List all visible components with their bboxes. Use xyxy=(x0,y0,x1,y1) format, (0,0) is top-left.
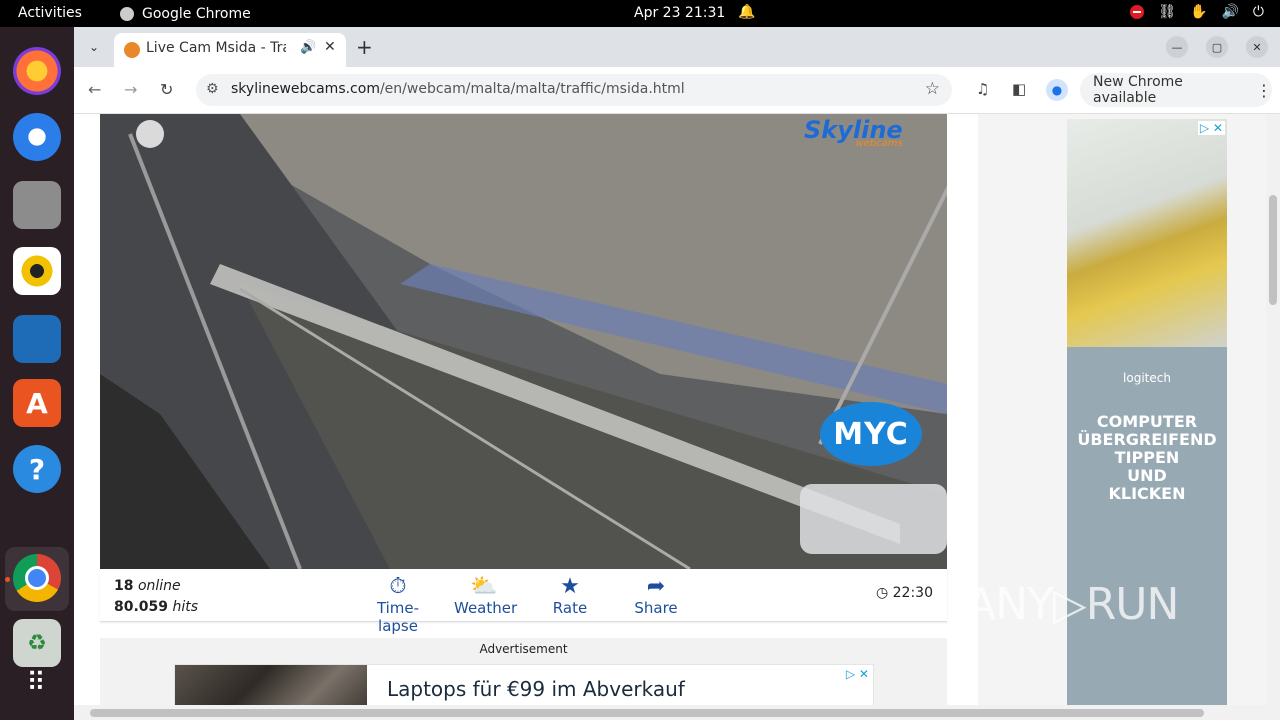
thunderbird-icon[interactable] xyxy=(13,113,61,161)
profile-avatar-icon[interactable]: ● xyxy=(1046,79,1068,101)
power-icon[interactable]: ⏻ xyxy=(1253,4,1264,20)
accessibility-icon[interactable]: ✋ xyxy=(1190,4,1207,20)
audio-playing-icon[interactable]: 🔊 xyxy=(300,40,316,55)
chrome-center xyxy=(25,566,49,590)
webcam-info-bar: 18 online 80.059 hits ⏱ Time-lapse ⛅ Wea… xyxy=(100,569,947,635)
weather-label: Weather xyxy=(454,599,518,617)
webcam-stats: 18 online 80.059 hits xyxy=(114,576,198,618)
skyline-favicon-icon xyxy=(124,42,140,58)
back-icon[interactable]: ← xyxy=(88,80,101,99)
media-controls-icon[interactable]: ♫ xyxy=(976,80,989,98)
minimize-button[interactable]: — xyxy=(1166,36,1188,58)
share-icon: ➦ xyxy=(646,574,666,599)
firefox-icon[interactable] xyxy=(13,47,61,95)
horizontal-scrollbar[interactable] xyxy=(74,705,1280,720)
vertical-scroll-thumb[interactable] xyxy=(1269,195,1277,305)
chrome-icon[interactable] xyxy=(13,554,61,602)
url-path: /en/webcam/malta/malta/traffic/msida.htm… xyxy=(379,81,685,97)
focused-app-name: Google Chrome xyxy=(142,6,251,22)
share-button[interactable]: ➦ Share xyxy=(634,574,678,618)
timelapse-label: Time-lapse xyxy=(376,599,420,635)
weather-icon: ⛅ xyxy=(470,574,498,599)
myc-overlay-logo: MYC xyxy=(820,402,922,466)
new-tab-button[interactable]: + xyxy=(356,35,373,59)
share-label: Share xyxy=(634,599,678,617)
files-icon[interactable] xyxy=(13,181,61,229)
writer-icon[interactable] xyxy=(13,315,61,363)
online-label: online xyxy=(137,578,181,594)
system-top-bar: Activities Google Chrome Apr 23 21:31 🔔 … xyxy=(0,0,1280,27)
online-count: 18 xyxy=(114,578,134,594)
hits-count: 80.059 xyxy=(114,599,169,615)
adchoices-icon[interactable]: ▷ ✕ xyxy=(1197,121,1225,135)
update-chrome-button[interactable]: New Chrome available ⋮ xyxy=(1080,73,1272,107)
rhythmbox-icon[interactable] xyxy=(13,247,61,295)
local-time-value: 22:30 xyxy=(892,585,933,601)
network-icon[interactable]: ⛓ xyxy=(1158,4,1176,20)
tab-search-chevron-icon[interactable]: ⌄ xyxy=(82,35,106,59)
clock-icon: ◷ xyxy=(875,585,889,601)
online-stat: 18 online xyxy=(114,576,198,597)
timelapse-button[interactable]: ⏱ Time-lapse xyxy=(360,574,436,636)
chrome-small-icon xyxy=(118,5,136,23)
hits-label: hits xyxy=(172,599,199,615)
timelapse-icon: ⏱ xyxy=(389,574,407,599)
volume-icon[interactable]: 🔊 xyxy=(1221,4,1238,20)
star-icon: ★ xyxy=(560,574,580,599)
rate-button[interactable]: ★ Rate xyxy=(552,574,588,618)
url-text[interactable]: skylinewebcams.com/en/webcam/malta/malta… xyxy=(231,81,685,97)
advertisement-label: Advertisement xyxy=(479,642,568,656)
side-panel-icon[interactable]: ◧ xyxy=(1012,80,1026,98)
apps-grid-icon[interactable]: ⠿ xyxy=(13,659,61,707)
anyrun-watermark: ANY▷RUN xyxy=(966,579,1179,630)
webcam-video[interactable]: Skyline webcams MYC xyxy=(100,114,947,569)
bookmark-star-icon[interactable]: ☆ xyxy=(925,79,940,99)
site-info-icon[interactable]: ⚙ xyxy=(206,81,219,97)
ad-photo-woman-computer xyxy=(1067,119,1227,347)
clock[interactable]: Apr 23 21:31 xyxy=(634,5,725,21)
update-chrome-label: New Chrome available xyxy=(1093,74,1183,106)
bottom-advertisement: Advertisement Laptops für €99 im Abverka… xyxy=(100,638,947,705)
ad-copy: COMPUTER ÜBERGREIFEND TIPPEN UND KLICKEN xyxy=(1077,412,1217,503)
focused-app-menu[interactable]: Google Chrome xyxy=(118,5,251,23)
ad-banner[interactable]: Laptops für €99 im Abverkauf ▷ ✕ xyxy=(174,664,874,705)
hits-stat: 80.059 hits xyxy=(114,597,198,618)
ad-brand: logitech xyxy=(1123,371,1171,385)
tab-close-icon[interactable]: ✕ xyxy=(324,39,336,55)
tab-active[interactable]: Live Cam Msida - Traffi 🔊 ✕ xyxy=(114,33,346,67)
address-bar[interactable]: ⚙ skylinewebcams.com/en/webcam/malta/mal… xyxy=(196,74,952,106)
adchoices-icon[interactable]: ▷ ✕ xyxy=(846,667,869,681)
more-menu-icon[interactable]: ⋮ xyxy=(1256,81,1272,100)
forward-icon[interactable]: → xyxy=(124,80,137,99)
url-host: skylinewebcams.com xyxy=(231,81,380,97)
webcam-scene xyxy=(100,114,947,569)
error-indicator-icon[interactable] xyxy=(1130,5,1145,19)
tab-strip: ⌄ Live Cam Msida - Traffi 🔊 ✕ + — ▢ ✕ xyxy=(74,27,1280,67)
ad-headline: Laptops für €99 im Abverkauf xyxy=(387,677,685,701)
software-icon[interactable]: A xyxy=(13,379,61,427)
local-time: ◷ 22:30 xyxy=(876,585,933,601)
system-tray[interactable]: ⛓ ✋ 🔊 ⏻ xyxy=(1130,4,1264,20)
running-indicator xyxy=(5,577,10,582)
skyline-watermark: Skyline webcams xyxy=(804,116,903,149)
reload-icon[interactable]: ↻ xyxy=(160,80,173,99)
help-icon[interactable]: ? xyxy=(13,445,61,493)
notification-bell-icon[interactable]: 🔔 xyxy=(738,4,755,20)
tab-title: Live Cam Msida - Traffi xyxy=(146,40,286,56)
weather-button[interactable]: ⛅ Weather xyxy=(454,574,518,618)
ad-laptops-image xyxy=(175,665,367,705)
vertical-scrollbar[interactable] xyxy=(1266,114,1280,705)
browser-toolbar: ← → ↻ ⚙ skylinewebcams.com/en/webcam/mal… xyxy=(74,67,1280,114)
dock: A ? ♻ ⠿ xyxy=(0,27,74,720)
activities-button[interactable]: Activities xyxy=(18,5,82,21)
rate-label: Rate xyxy=(552,599,588,617)
maximize-button[interactable]: ▢ xyxy=(1206,36,1228,58)
horizontal-scroll-thumb[interactable] xyxy=(90,709,1204,717)
close-window-button[interactable]: ✕ xyxy=(1246,36,1268,58)
